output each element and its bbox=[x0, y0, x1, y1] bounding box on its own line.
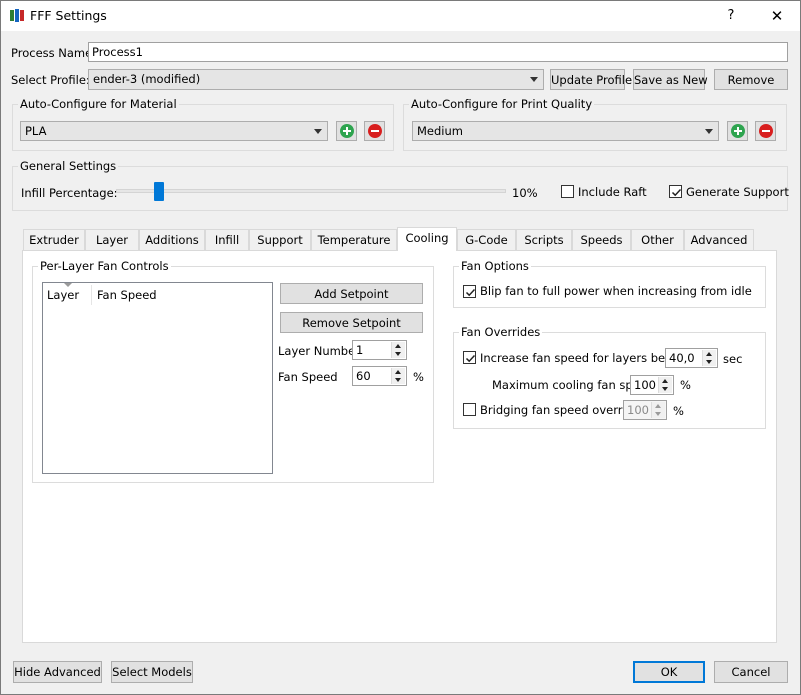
fan-overrides-title: Fan Overrides bbox=[459, 325, 543, 339]
blip-fan-checkbox[interactable] bbox=[463, 285, 476, 298]
checkmark-icon bbox=[671, 188, 682, 197]
minus-circle-icon bbox=[368, 124, 382, 138]
generate-support-label: Generate Support bbox=[686, 185, 789, 199]
tab-temperature[interactable]: Temperature bbox=[311, 229, 397, 250]
plus-circle-icon bbox=[731, 124, 745, 138]
save-as-new-button[interactable]: Save as New bbox=[633, 69, 708, 90]
tab-gcode[interactable]: G-Code bbox=[457, 229, 516, 250]
tab-advanced[interactable]: Advanced bbox=[684, 229, 754, 250]
spin-arrows-icon[interactable] bbox=[651, 402, 665, 418]
quality-groupbox-title: Auto-Configure for Print Quality bbox=[409, 97, 595, 111]
increase-fan-checkbox[interactable] bbox=[463, 351, 476, 364]
column-header-layer[interactable]: Layer bbox=[47, 288, 79, 302]
tab-scripts[interactable]: Scripts bbox=[516, 229, 572, 250]
plus-circle-icon bbox=[340, 124, 354, 138]
add-setpoint-button[interactable]: Add Setpoint bbox=[280, 283, 423, 304]
hide-advanced-button[interactable]: Hide Advanced bbox=[13, 661, 102, 683]
spin-arrows-icon[interactable] bbox=[702, 350, 716, 366]
fan-options-title: Fan Options bbox=[459, 259, 531, 273]
checkmark-icon bbox=[465, 354, 476, 363]
per-layer-fan-title: Per-Layer Fan Controls bbox=[38, 259, 171, 273]
bridging-label: Bridging fan speed override bbox=[480, 403, 641, 417]
tab-speeds[interactable]: Speeds bbox=[572, 229, 631, 250]
tab-other[interactable]: Other bbox=[631, 229, 684, 250]
remove-profile-button[interactable]: Remove bbox=[714, 69, 788, 90]
minus-circle-icon bbox=[759, 124, 773, 138]
bridging-spinbox[interactable]: 100 bbox=[623, 400, 667, 420]
cancel-button[interactable]: Cancel bbox=[714, 661, 788, 683]
max-cooling-spinbox[interactable]: 100 bbox=[630, 375, 674, 395]
layer-number-label: Layer Number bbox=[278, 344, 360, 358]
ok-button[interactable]: OK bbox=[633, 661, 705, 683]
fan-speed-unit: % bbox=[413, 370, 424, 384]
tab-extruder[interactable]: Extruder bbox=[23, 229, 85, 250]
fan-speed-spinbox[interactable]: 60 bbox=[352, 366, 407, 386]
blip-fan-label: Blip fan to full power when increasing f… bbox=[480, 284, 752, 298]
process-name-input[interactable]: Process1 bbox=[88, 42, 788, 62]
infill-percentage-label: Infill Percentage: bbox=[21, 186, 118, 200]
include-raft-checkbox[interactable] bbox=[561, 185, 574, 198]
increase-fan-label: Increase fan speed for layers below bbox=[480, 351, 685, 365]
update-profile-button[interactable]: Update Profile bbox=[550, 69, 632, 90]
profile-select-value: ender-3 (modified) bbox=[93, 72, 201, 86]
column-header-fan-speed[interactable]: Fan Speed bbox=[97, 288, 157, 302]
app-logo-icon bbox=[10, 9, 24, 22]
chevron-down-icon bbox=[314, 129, 322, 134]
material-select[interactable]: PLA bbox=[20, 121, 328, 141]
window-title: FFF Settings bbox=[30, 8, 107, 23]
layer-number-spinbox[interactable]: 1 bbox=[352, 340, 407, 360]
fan-speed-value: 60 bbox=[356, 369, 371, 383]
checkmark-icon bbox=[465, 288, 476, 297]
material-select-value: PLA bbox=[25, 124, 47, 138]
spin-arrows-icon[interactable] bbox=[391, 342, 405, 358]
max-cooling-value: 100 bbox=[634, 378, 656, 392]
add-quality-button[interactable] bbox=[727, 121, 748, 141]
tab-additions[interactable]: Additions bbox=[139, 229, 205, 250]
select-models-button[interactable]: Select Models bbox=[111, 661, 193, 683]
max-cooling-unit: % bbox=[680, 378, 691, 392]
infill-slider-handle[interactable] bbox=[154, 182, 164, 201]
tab-support[interactable]: Support bbox=[249, 229, 311, 250]
help-button[interactable]: ? bbox=[708, 1, 754, 31]
setpoint-table[interactable] bbox=[42, 282, 273, 474]
tab-infill[interactable]: Infill bbox=[205, 229, 249, 250]
increase-fan-value: 40,0 bbox=[669, 351, 695, 365]
remove-quality-button[interactable] bbox=[755, 121, 776, 141]
infill-slider-track[interactable] bbox=[116, 189, 506, 193]
infill-percentage-value: 10% bbox=[512, 186, 538, 200]
generate-support-checkbox[interactable] bbox=[669, 185, 682, 198]
quality-select[interactable]: Medium bbox=[412, 121, 719, 141]
process-name-label: Process Name: bbox=[11, 46, 97, 60]
spin-arrows-icon[interactable] bbox=[658, 377, 672, 393]
increase-fan-spinbox[interactable]: 40,0 bbox=[665, 348, 718, 368]
chevron-down-icon bbox=[705, 129, 713, 134]
remove-material-button[interactable] bbox=[364, 121, 385, 141]
bridging-unit: % bbox=[673, 404, 684, 418]
sort-indicator-icon bbox=[64, 283, 72, 287]
close-button[interactable]: ✕ bbox=[754, 1, 800, 31]
column-divider bbox=[91, 285, 92, 305]
bridging-value: 100 bbox=[627, 403, 649, 417]
general-settings-title: General Settings bbox=[18, 159, 119, 173]
bridging-checkbox[interactable] bbox=[463, 403, 476, 416]
fan-speed-label: Fan Speed bbox=[278, 370, 338, 384]
include-raft-label: Include Raft bbox=[578, 185, 647, 199]
tab-layer[interactable]: Layer bbox=[85, 229, 139, 250]
increase-fan-unit: sec bbox=[723, 352, 743, 366]
remove-setpoint-button[interactable]: Remove Setpoint bbox=[280, 312, 423, 333]
select-profile-label: Select Profile: bbox=[11, 73, 90, 87]
profile-select[interactable]: ender-3 (modified) bbox=[88, 69, 544, 90]
tab-cooling[interactable]: Cooling bbox=[397, 227, 457, 251]
quality-select-value: Medium bbox=[417, 124, 463, 138]
spin-arrows-icon[interactable] bbox=[391, 368, 405, 384]
add-material-button[interactable] bbox=[336, 121, 357, 141]
chevron-down-icon bbox=[530, 77, 538, 82]
title-bar bbox=[1, 1, 800, 31]
material-groupbox-title: Auto-Configure for Material bbox=[18, 97, 179, 111]
layer-number-value: 1 bbox=[356, 343, 364, 357]
